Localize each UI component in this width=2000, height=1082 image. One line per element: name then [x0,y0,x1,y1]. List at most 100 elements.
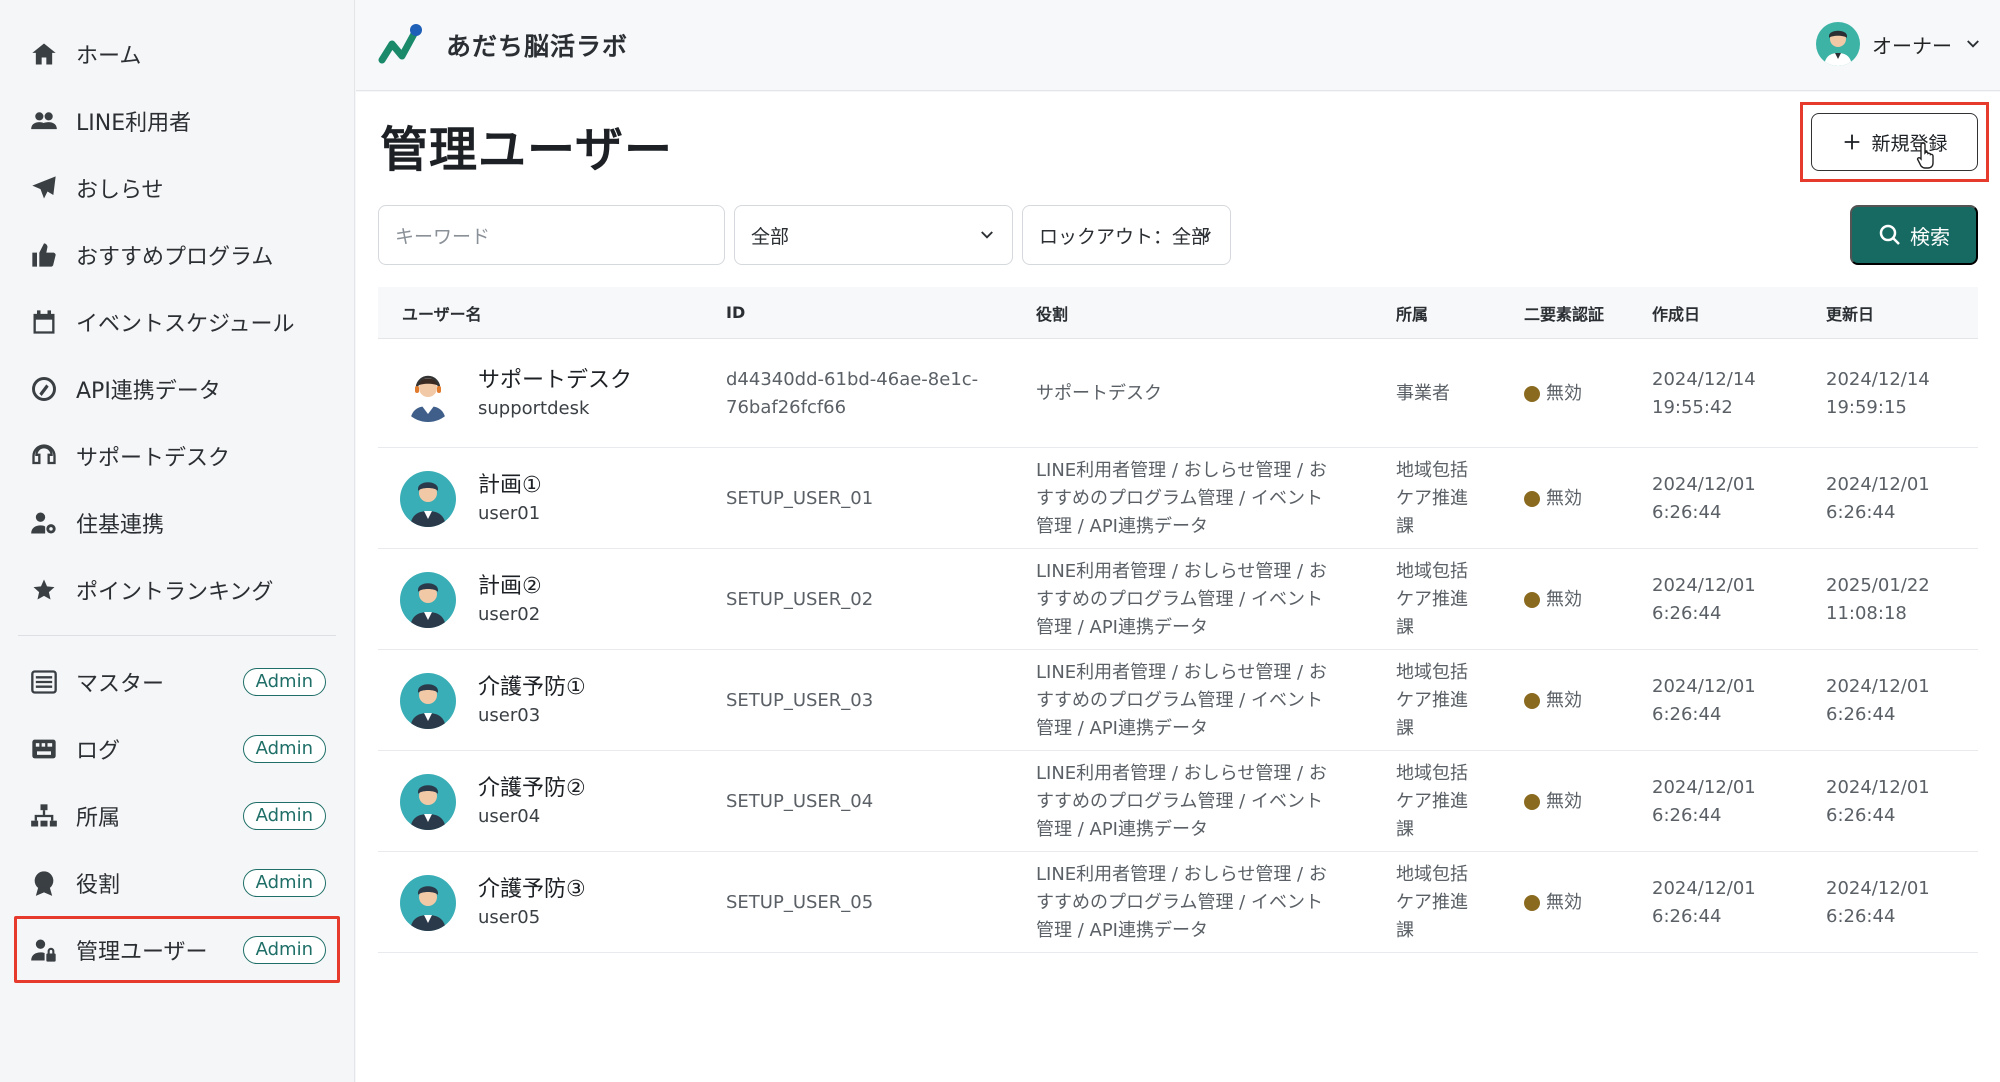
sidebar-item-programs[interactable]: おすすめプログラム [0,221,354,288]
updated-time: 6:26:44 [1826,805,1896,826]
sidebar-item-point-ranking[interactable]: ポイントランキング [0,556,354,623]
column-header-username[interactable]: ユーザー名 [402,301,482,325]
affiliation-line: ケア推進 [1396,791,1468,812]
mfa-cell: 無効 [1524,788,1582,816]
column-header-affiliation[interactable]: 所属 [1396,301,1428,325]
sidebar-item-notices[interactable]: おしらせ [0,154,354,221]
sidebar-item-line-users[interactable]: LINE利用者 [0,87,354,154]
search-icon [1879,224,1900,245]
id-cell: SETUP_USER_03 [726,687,873,715]
new-button-highlight: 新規登録 [1800,102,1989,182]
table-row[interactable]: 介護予防③ user05 SETUP_USER_05 LINE利用者管理 / お… [378,852,1978,953]
created-time: 6:26:44 [1652,704,1722,725]
affiliation-line: ケア推進 [1396,892,1468,913]
user-login-name: user01 [478,503,541,524]
admin-badge: Admin [242,868,326,897]
column-header-created[interactable]: 作成日 [1652,301,1700,325]
id-line: SETUP_USER_05 [726,892,874,913]
paper-plane-icon [28,172,60,204]
user-cell: 計画② user02 [478,573,542,629]
user-menu[interactable]: オーナー [1816,22,1982,66]
created-date: 2024/12/01 [1652,575,1756,596]
sidebar-item-role[interactable]: 役割 Admin [0,849,354,916]
user-cell: 介護予防③ user05 [478,876,586,932]
affiliation-cell: 事業者 [1396,380,1450,408]
affiliation-line: 地域包括 [1396,763,1468,784]
updated-date: 2024/12/01 [1826,474,1930,495]
table-row[interactable]: 介護予防① user03 SETUP_USER_03 LINE利用者管理 / お… [378,650,1978,751]
sidebar-item-events[interactable]: イベントスケジュール [0,288,354,355]
table-row[interactable]: 介護予防② user04 SETUP_USER_04 LINE利用者管理 / お… [378,751,1978,852]
affiliation-line: 課 [1396,617,1414,638]
role-cell: LINE利用者管理 / おしらせ管理 / お すすめのプログラム管理 / イベン… [1036,760,1327,844]
table-row[interactable]: サポートデスク supportdesk d44340dd-61bd-46ae-8… [378,339,1978,448]
mfa-status: 無効 [1546,791,1582,812]
id-line: SETUP_USER_01 [726,488,874,509]
hand-cursor-icon [1916,142,1934,169]
id-cell: SETUP_USER_01 [726,485,873,513]
created-cell: 2024/12/01 6:26:44 [1652,572,1756,628]
sidebar-item-log[interactable]: ログ Admin [0,715,354,782]
created-time: 6:26:44 [1652,906,1722,927]
sidebar: ホーム LINE利用者 おしらせ おすすめプログラム イベントスケジュール AP… [0,0,355,1082]
role-line: すすめのプログラム管理 / イベント [1036,791,1323,812]
id-line: SETUP_USER_04 [726,791,874,812]
status-dot-icon [1524,693,1540,709]
column-header-mfa[interactable]: 二要素認証 [1524,301,1604,325]
sidebar-item-affiliation[interactable]: 所属 Admin [0,782,354,849]
column-header-updated[interactable]: 更新日 [1826,301,1874,325]
sidebar-item-label: ホーム [76,43,142,69]
updated-date: 2024/12/01 [1826,878,1930,899]
role-line: LINE利用者管理 / おしらせ管理 / お [1036,864,1327,885]
affiliation-select[interactable]: 全部 [734,205,1013,265]
lockout-select[interactable]: ロックアウト：全部 [1022,205,1231,265]
user-display-name: 計画② [478,574,542,599]
sidebar-item-resident-link[interactable]: 住基連携 [0,489,354,556]
role-cell: サポートデスク [1036,380,1162,408]
sidebar-item-label: マスター [76,671,165,697]
role-line: LINE利用者管理 / おしらせ管理 / お [1036,662,1327,683]
created-cell: 2024/12/01 6:26:44 [1652,875,1756,931]
user-lock-icon [28,934,60,966]
user-gear-icon [28,507,60,539]
brand-logo-icon[interactable] [376,20,426,70]
table-row[interactable]: 計画② user02 SETUP_USER_02 LINE利用者管理 / おしら… [378,549,1978,650]
sidebar-item-support-desk[interactable]: サポートデスク [0,422,354,489]
updated-cell: 2025/01/22 11:08:18 [1826,572,1930,628]
column-header-id[interactable]: ID [726,303,745,322]
search-button[interactable]: 検索 [1850,205,1978,265]
chevron-down-icon [1967,40,1979,48]
column-header-role[interactable]: 役割 [1036,301,1068,325]
sidebar-item-label: LINE利用者 [76,110,192,136]
sidebar-item-home[interactable]: ホーム [0,20,354,87]
avatar [400,470,456,527]
updated-cell: 2024/12/01 6:26:44 [1826,774,1930,830]
keyword-input[interactable]: キーワード [378,205,725,265]
mfa-status: 無効 [1546,589,1582,610]
affiliation-cell: 地域包括 ケア推進 課 [1396,558,1468,642]
mfa-cell: 無効 [1524,485,1582,513]
role-line: 管理 / API連携データ [1036,819,1208,840]
sidebar-item-master[interactable]: マスター Admin [0,648,354,715]
avatar [1816,22,1860,66]
status-dot-icon [1524,794,1540,810]
sidebar-item-api-data[interactable]: API連携データ [0,355,354,422]
role-cell: LINE利用者管理 / おしらせ管理 / お すすめのプログラム管理 / イベン… [1036,659,1327,743]
top-header: あだち脳活ラボ オーナー [356,0,2000,91]
sidebar-item-admin-users[interactable]: 管理ユーザー Admin [14,916,340,983]
id-cell: SETUP_USER_04 [726,788,873,816]
id-cell: SETUP_USER_05 [726,889,873,917]
api-icon [28,373,60,405]
created-time: 6:26:44 [1652,805,1722,826]
new-register-button[interactable]: 新規登録 [1811,113,1978,171]
user-login-name: user02 [478,604,541,625]
user-login-name: user03 [478,705,541,726]
plus-icon [1845,134,1860,150]
table-row[interactable]: 計画① user01 SETUP_USER_01 LINE利用者管理 / おしら… [378,448,1978,549]
affiliation-line: 地域包括 [1396,662,1468,683]
mfa-status: 無効 [1546,383,1582,404]
user-cell: 介護予防② user04 [478,775,586,831]
updated-date: 2024/12/01 [1826,676,1930,697]
star-icon [28,574,60,606]
affiliation-line: 課 [1396,718,1414,739]
